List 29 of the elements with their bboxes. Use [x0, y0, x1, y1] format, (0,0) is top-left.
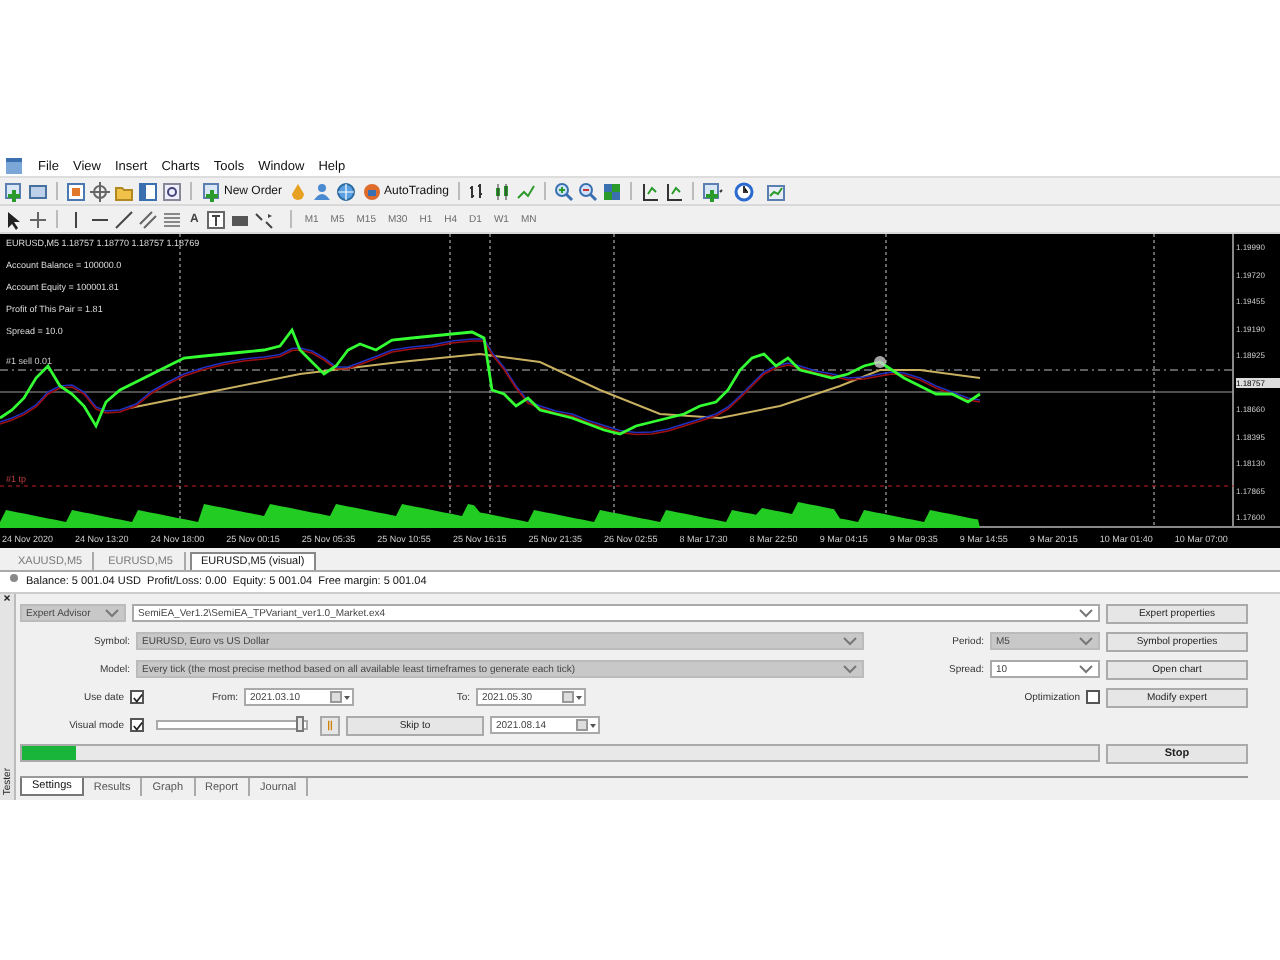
checkbox[interactable]	[130, 718, 144, 732]
candlestick-icon[interactable]	[492, 181, 513, 201]
profiles-icon[interactable]	[28, 181, 48, 201]
speed-slider[interactable]	[156, 720, 308, 730]
chart-shift-icon[interactable]	[640, 181, 661, 201]
line-chart-icon[interactable]	[516, 181, 537, 201]
zoom-out-icon[interactable]	[578, 181, 599, 201]
person-icon[interactable]	[312, 181, 333, 201]
channel-icon[interactable]	[138, 209, 158, 229]
cursor-icon[interactable]	[4, 209, 24, 229]
crosshair-icon[interactable]	[28, 209, 48, 229]
calendar-dropdown-icon	[330, 687, 350, 707]
dropdown-icon	[102, 603, 122, 623]
trend-line-icon[interactable]	[114, 209, 134, 229]
new-chart-icon[interactable]	[4, 181, 24, 201]
checkbox[interactable]	[1086, 690, 1100, 704]
text-label-icon[interactable]	[206, 209, 227, 229]
checkbox[interactable]	[130, 690, 144, 704]
check-icon	[131, 691, 143, 703]
app-icon	[4, 156, 24, 176]
calendar-dropdown-icon	[576, 715, 596, 735]
crosshair-icon[interactable]	[90, 181, 110, 201]
fibonacci-icon[interactable]	[162, 209, 182, 229]
zoom-in-icon[interactable]	[554, 181, 575, 201]
globe-icon[interactable]	[336, 181, 357, 201]
tile-icon[interactable]	[602, 181, 623, 201]
check-icon	[131, 719, 143, 731]
plus-icon	[202, 181, 222, 201]
calendar-dropdown-icon	[562, 687, 582, 707]
